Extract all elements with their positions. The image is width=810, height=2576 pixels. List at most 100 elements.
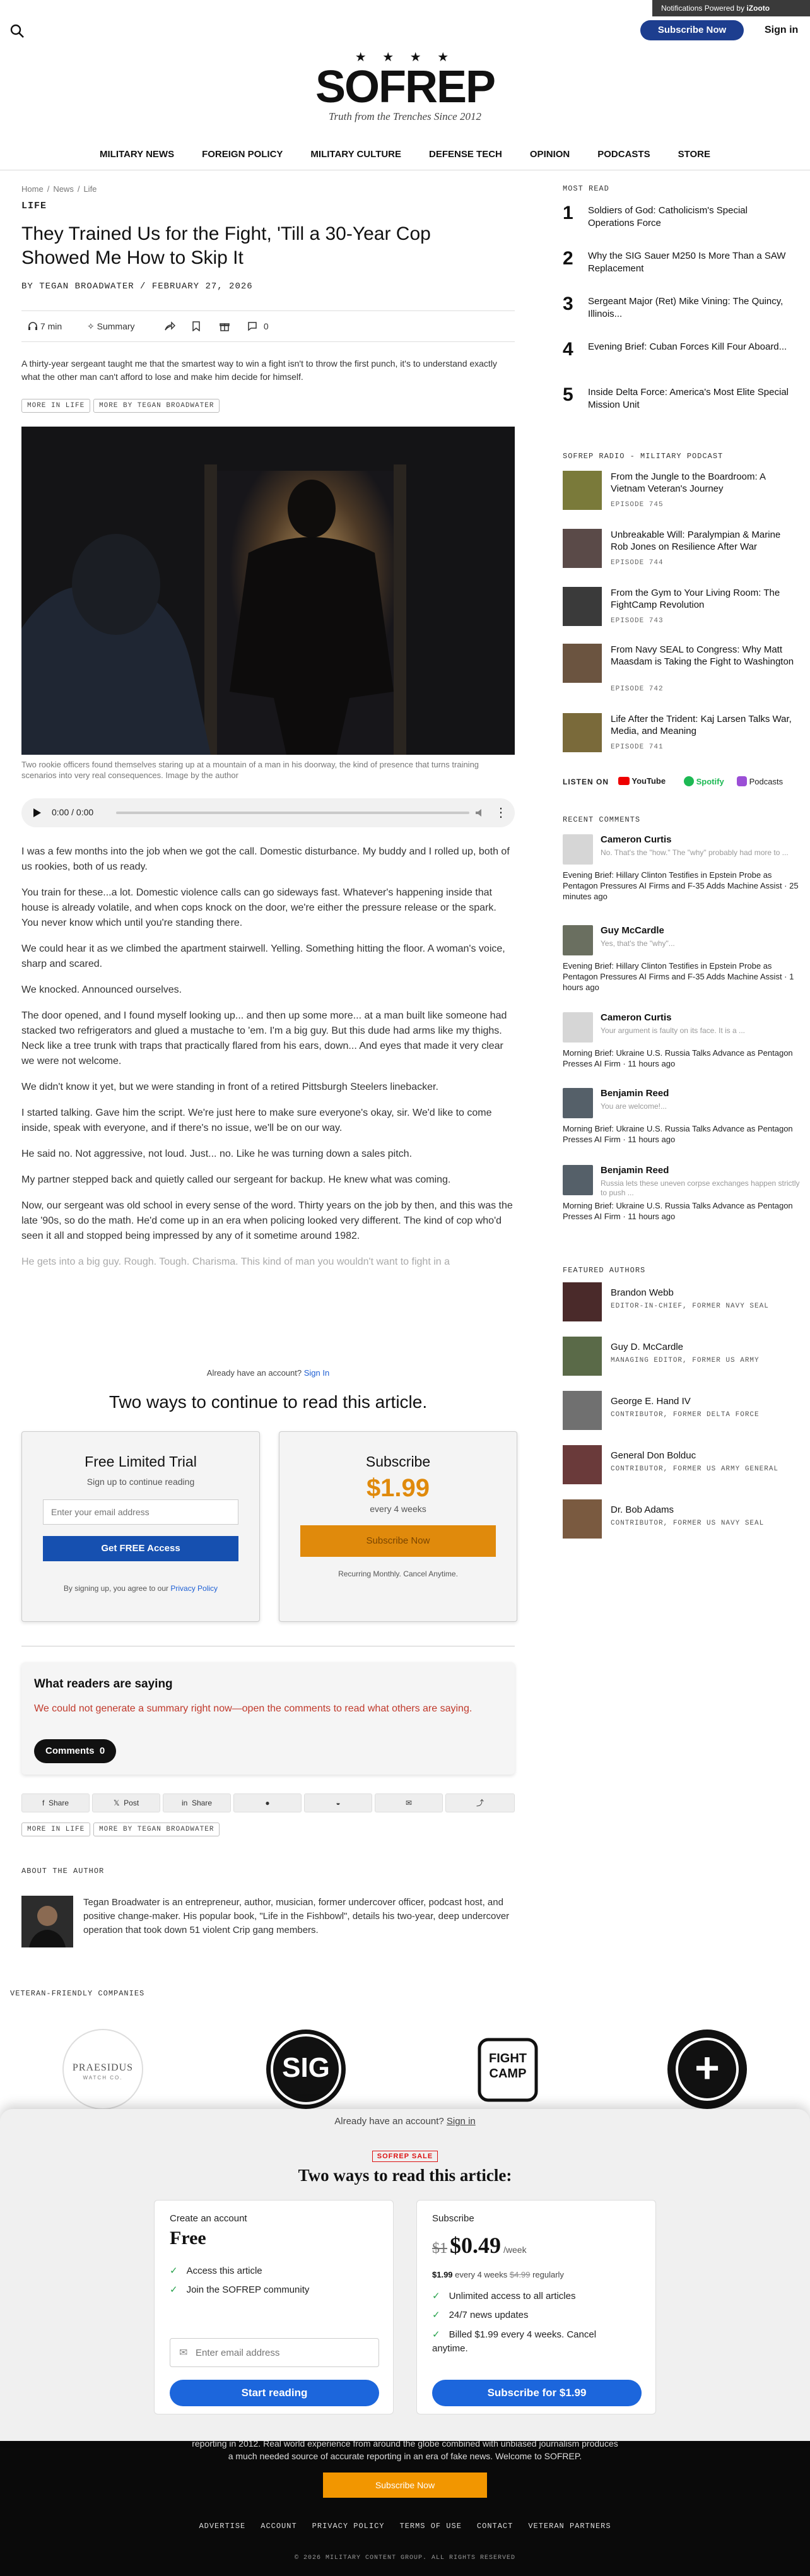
privacy-policy-link[interactable]: Privacy Policy [170, 1584, 218, 1593]
podcast-heading: SOFREP RADIO - MILITARY PODCAST [563, 452, 724, 461]
sig-wordmark: SIG [282, 2052, 330, 2083]
cross-brand-logo[interactable]: + [665, 2027, 749, 2112]
site-logo[interactable]: ★ ★ ★ ★ SOFREP Truth from the Trenches S… [0, 49, 810, 123]
check-icon: ✓ [170, 2266, 178, 2276]
apple-podcasts-link[interactable]: Podcasts [737, 776, 783, 786]
nav-store[interactable]: STORE [678, 149, 710, 160]
footer-link-veteran-partners[interactable]: VETERAN PARTNERS [528, 2522, 611, 2531]
tagline: Truth from the Trenches Since 2012 [329, 110, 481, 122]
paywall-signin-link[interactable]: Sign In [304, 1368, 329, 1378]
bookmark-icon[interactable] [192, 311, 201, 341]
comments-pill-label: Comments [45, 1746, 95, 1756]
fightcamp-logo[interactable]: FIGHT CAMP [466, 2027, 550, 2112]
sig-logo[interactable]: SIG [264, 2027, 348, 2112]
tag-more-by-author-bottom[interactable]: MORE BY TEGAN BROADWATER [93, 1823, 220, 1836]
volume-icon[interactable] [474, 807, 486, 818]
get-free-access-button[interactable]: Get FREE Access [43, 1536, 238, 1561]
featured-author[interactable]: Guy D. McCardle MANAGING EDITOR, FORMER U… [563, 1337, 802, 1376]
paragraph: He said no. Not aggressive, not loud. Ju… [21, 1149, 413, 1159]
comment-reference: Morning Brief: Ukraine U.S. Russia Talks… [563, 1201, 793, 1221]
footer-about-text: reporting in 2012. Real world experience… [192, 2438, 618, 2461]
avatar [563, 1012, 593, 1043]
share-more-icon[interactable]: ⤴ [445, 1793, 515, 1812]
subscribe-for-button[interactable]: Subscribe for $1.99 [432, 2380, 642, 2406]
play-icon[interactable] [33, 808, 42, 818]
footer-link-advertise[interactable]: ADVERTISE [199, 2522, 245, 2531]
podcast-episode[interactable]: Life After the Trident: Kaj Larsen Talks… [563, 713, 802, 764]
main-nav: MILITARY NEWS FOREIGN POLICY MILITARY CULT… [0, 149, 810, 160]
most-read-number: 4 [563, 339, 573, 360]
share-x-button[interactable]: 𝕏 Post [92, 1793, 160, 1812]
youtube-link[interactable]: YouTube [618, 776, 666, 786]
signin-link[interactable]: Sign in [765, 20, 798, 40]
footer-link-account[interactable]: ACCOUNT [261, 2522, 296, 2531]
free-card-label: Create an account [170, 2213, 247, 2224]
author-role: CONTRIBUTOR, FORMER US NAVY SEAL [611, 1520, 765, 1527]
share-icon[interactable] [164, 311, 176, 341]
podcast-episode[interactable]: From Navy SEAL to Congress: Why Matt Maa… [563, 644, 802, 694]
check-icon: ✓ [170, 2284, 178, 2295]
share-x-label: Post [124, 1799, 139, 1807]
trial-email-input[interactable] [43, 1499, 238, 1525]
overlay-email-input[interactable] [196, 2344, 372, 2361]
more-options-icon[interactable]: ⋮ [495, 805, 507, 820]
breadcrumb-sep: / [47, 184, 50, 194]
account-prompt: Already have an account? Sign In [21, 1368, 515, 1378]
most-read-title: Evening Brief: Cuban Forces Kill Four Ab… [588, 341, 787, 352]
start-reading-button[interactable]: Start reading [170, 2380, 379, 2406]
summary-button[interactable]: ✧ Summary [87, 311, 135, 341]
tag-more-in-life-bottom[interactable]: MORE IN LIFE [21, 1823, 91, 1836]
subscribe-now-button[interactable]: Subscribe Now [300, 1525, 496, 1557]
nav-defense-tech[interactable]: DEFENSE TECH [429, 149, 502, 160]
nav-military-culture[interactable]: MILITARY CULTURE [310, 149, 401, 160]
share-linkedin-button[interactable]: in Share [163, 1793, 231, 1812]
comments-pill[interactable]: Comments 0 [34, 1739, 117, 1763]
breadcrumb-life[interactable]: Life [83, 184, 97, 194]
podcast-thumbnail [563, 713, 602, 752]
spotify-link[interactable]: Spotify [684, 776, 724, 786]
breadcrumb-news[interactable]: News [53, 184, 74, 194]
footer-link-privacy[interactable]: PRIVACY POLICY [312, 2522, 385, 2531]
podcast-episode[interactable]: From the Gym to Your Living Room: The Fi… [563, 587, 802, 637]
audio-progress-bar[interactable] [116, 812, 469, 814]
feature-text: Unlimited access to all articles [449, 2291, 576, 2301]
featured-author[interactable]: Brandon Webb EDITOR-IN-CHIEF, FORMER NAVY… [563, 1282, 802, 1321]
tag-more-in-life[interactable]: MORE IN LIFE [21, 399, 91, 413]
comments-button[interactable]: 0 [247, 311, 269, 341]
share-facebook-button[interactable]: f Share [21, 1793, 90, 1812]
listen-button[interactable]: 7 min [28, 311, 62, 341]
author-avatar[interactable] [21, 1896, 73, 1947]
praesidus-logo[interactable]: PRAESIDUS WATCH CO. [61, 2027, 145, 2112]
featured-author[interactable]: Dr. Bob Adams CONTRIBUTOR, FORMER US NAVY… [563, 1499, 802, 1539]
email-icon[interactable]: ✉ [375, 1793, 443, 1812]
notification-bar: Notifications Powered by iZooto [652, 0, 810, 16]
section-label[interactable]: LIFE [21, 201, 47, 211]
footer-links: ADVERTISE ACCOUNT PRIVACY POLICY TERMS OF U… [0, 2522, 810, 2531]
featured-author[interactable]: General Don Bolduc CONTRIBUTOR, FORMER US… [563, 1445, 802, 1484]
podcast-episode[interactable]: From the Jungle to the Boardroom: A Viet… [563, 471, 802, 521]
overlay-signin-link[interactable]: Sign in [447, 2116, 476, 2127]
messenger-icon[interactable]: ◒ [304, 1793, 372, 1812]
featured-author[interactable]: George E. Hand IV CONTRIBUTOR, FORMER DEL… [563, 1391, 802, 1430]
nav-military-news[interactable]: MILITARY NEWS [100, 149, 174, 160]
footer-link-contact[interactable]: CONTACT [477, 2522, 513, 2531]
nav-foreign-policy[interactable]: FOREIGN POLICY [202, 149, 283, 160]
comment-snippet: You are welcome!... [601, 1102, 667, 1111]
search-icon[interactable] [9, 23, 25, 39]
podcast-episode[interactable]: Unbreakable Will: Paralympian & Marine R… [563, 529, 802, 579]
footer-link-terms[interactable]: TERMS OF USE [400, 2522, 462, 2531]
nav-podcasts[interactable]: PODCASTS [597, 149, 650, 160]
breadcrumb-home[interactable]: Home [21, 184, 44, 194]
billing-line: $1.99 every 4 weeks $4.99 regularly [432, 2270, 564, 2279]
feature-item: ✓ Billed $1.99 every 4 weeks. Cancel anyt… [432, 2328, 634, 2356]
reddit-icon[interactable]: ● [233, 1793, 302, 1812]
subscribe-button[interactable]: Subscribe Now [640, 20, 744, 40]
overlay-email-field[interactable]: ✉ [170, 2338, 379, 2367]
nav-opinion[interactable]: OPINION [530, 149, 570, 160]
gift-icon[interactable] [220, 311, 230, 341]
footer-subscribe-button[interactable]: Subscribe Now [323, 2473, 487, 2498]
author-name: Dr. Bob Adams [611, 1504, 674, 1515]
overlay-title: Two ways to read this article: [298, 2166, 512, 2185]
tag-more-by-author[interactable]: MORE BY TEGAN BROADWATER [93, 399, 220, 413]
recent-comments-heading: RECENT COMMENTS [563, 815, 641, 824]
